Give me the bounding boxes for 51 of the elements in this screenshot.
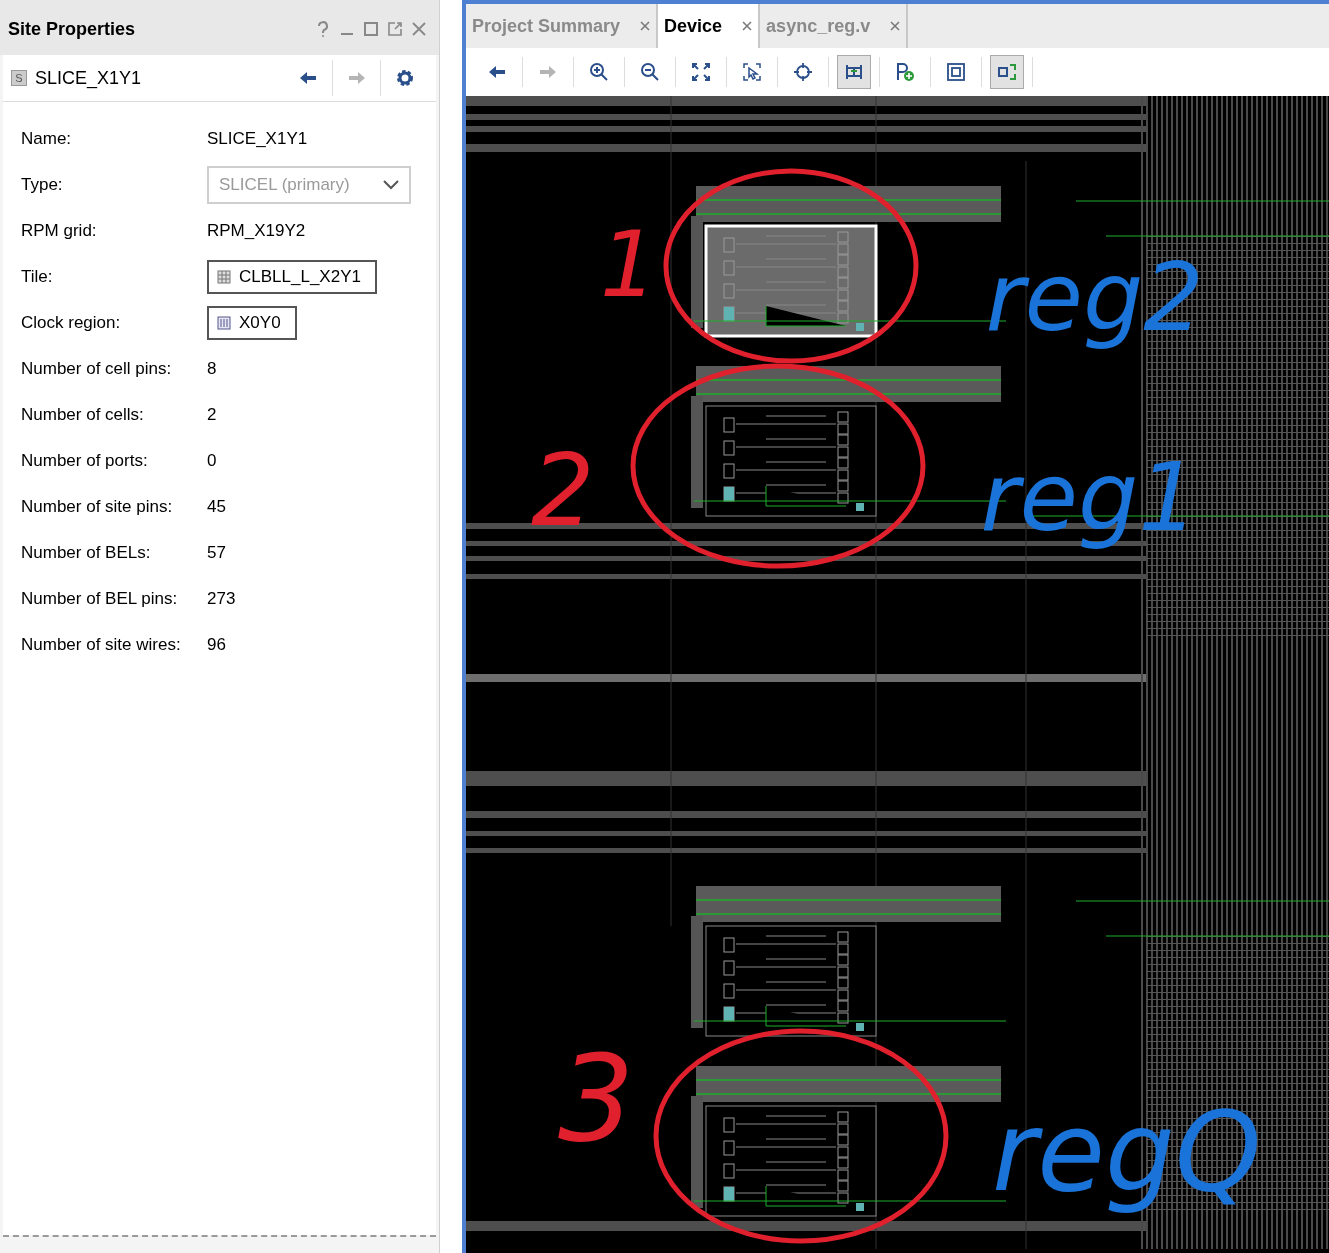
property-label: Number of site pins: [21, 497, 174, 517]
property-value: 273 [207, 589, 236, 609]
clock-region-icon [217, 316, 231, 330]
frame-icon [946, 62, 966, 82]
close-tab-icon[interactable] [640, 21, 651, 31]
property-label: Number of cells: [21, 405, 145, 425]
property-label: Number of ports: [21, 451, 149, 471]
site-badge: S [11, 70, 27, 86]
property-label: Number of cell pins: [21, 359, 173, 379]
tile-link[interactable]: CLBLL_L_X2Y1 [207, 260, 377, 294]
property-value: RPM_X19Y2 [207, 221, 306, 241]
property-value: 96 [207, 635, 226, 655]
add-port-icon [895, 62, 915, 82]
property-value: 0 [207, 451, 217, 471]
property-value: SLICE_X1Y1 [207, 129, 308, 149]
property-value: 8 [207, 359, 217, 379]
close-tab-icon[interactable] [890, 21, 901, 31]
property-label: Tile: [21, 267, 54, 287]
handwritten-note: reg2 [984, 241, 1205, 354]
property-label: Type: [21, 175, 64, 195]
expand-button[interactable] [990, 55, 1024, 89]
fit-view-icon [691, 62, 711, 82]
routing-icon [844, 62, 864, 82]
crosshair-icon [793, 62, 813, 82]
expand-icon [997, 62, 1017, 82]
grid-icon [217, 270, 231, 284]
handwritten-note: regQ [991, 1087, 1263, 1218]
handwritten-note: 3 [557, 1028, 636, 1170]
settings-icon [394, 68, 415, 88]
property-label: Number of BELs: [21, 543, 152, 563]
handwritten-note: 1 [599, 211, 659, 319]
handwritten-note: reg1 [979, 441, 1200, 554]
close-tab-icon[interactable] [742, 21, 753, 31]
selection-cursor-icon [742, 62, 762, 82]
property-label: RPM grid: [21, 221, 98, 241]
object-name: SLICE_X1Y1 [35, 67, 143, 89]
panel-title: Site Properties [8, 18, 137, 40]
property-label: Number of BEL pins: [21, 589, 179, 609]
clock-region-link[interactable]: X0Y0 [207, 306, 297, 340]
zoom-in-icon [589, 62, 609, 82]
editor-tab[interactable]: Device [658, 4, 761, 48]
zoom-out-icon [640, 62, 660, 82]
property-value: 57 [207, 543, 226, 563]
chevron-down-icon [383, 180, 399, 190]
property-label: Clock region: [21, 313, 122, 333]
property-value: 2 [207, 405, 217, 425]
handwritten-note: 2 [530, 431, 596, 551]
routing-button[interactable] [837, 55, 871, 89]
property-label: Name: [21, 129, 73, 149]
property-label: Number of site wires: [21, 635, 182, 655]
property-value: 45 [207, 497, 226, 517]
